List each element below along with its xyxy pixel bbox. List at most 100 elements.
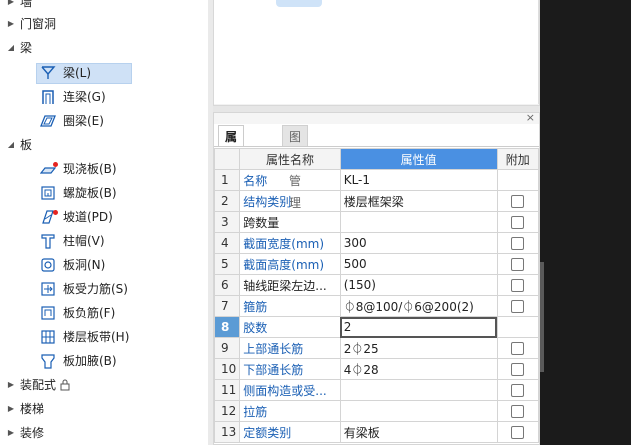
scrollbar-thumb[interactable] — [540, 262, 544, 372]
table-row[interactable]: 10 下部通长筋 4⏀28 — [213, 358, 540, 380]
extra-checkbox[interactable] — [511, 195, 525, 208]
tree-item-beam[interactable]: 梁(L) — [0, 62, 200, 84]
tree-item-ramp[interactable]: 坡道(PD) — [0, 206, 200, 228]
preview-canvas[interactable] — [214, 0, 539, 104]
table-row[interactable]: 5 截面高度(mm) 500 — [213, 253, 540, 275]
slab-neg-rebar-icon — [41, 306, 55, 320]
drawing-area[interactable] — [540, 0, 631, 445]
extra-checkbox[interactable] — [511, 426, 525, 439]
beam-preview-tag — [276, 0, 322, 7]
property-value-cell[interactable]: 500 — [339, 253, 498, 275]
tree-item-prefab[interactable]: ▶ 装配式 — [0, 374, 200, 396]
property-value-cell[interactable]: (150) — [339, 274, 498, 296]
tree-item-beam-group[interactable]: ◢ 梁 — [0, 37, 200, 59]
tree-item-cast-slab[interactable]: 现浇板(B) — [0, 158, 200, 180]
table-row[interactable]: 9 上部通长筋 2⏀25 — [213, 337, 540, 359]
tree-item-wall[interactable]: ▶ 墙 — [0, 0, 200, 13]
spiral-slab-icon — [41, 186, 55, 200]
row-number: 6 — [213, 274, 241, 296]
tab-layer-management[interactable]: 图层管理 — [282, 125, 309, 210]
lock-icon — [60, 379, 70, 391]
property-value-cell[interactable] — [339, 400, 498, 422]
property-value-cell[interactable]: ⏀8@100/⏀6@200(2) — [339, 295, 498, 317]
tree-item-slab-main-rebar[interactable]: 板受力筋(S) — [0, 278, 200, 300]
table-row[interactable]: 13 定额类别 有梁板 — [213, 421, 540, 443]
tree-item-label: 柱帽(V) — [63, 234, 105, 248]
extra-header[interactable]: 附加 — [496, 148, 540, 170]
table-row[interactable]: 11 侧面构造或受... — [213, 379, 540, 401]
chevron-down-icon[interactable]: ◢ — [6, 134, 16, 156]
property-table: 属性名称 属性值 附加 1 名称 KL-1 2 结构类别 楼层框架梁 3 跨数量 4 截面宽度(m… — [213, 148, 540, 443]
row-number-header — [213, 148, 241, 170]
extra-cell — [496, 400, 540, 422]
chevron-right-icon[interactable]: ▶ — [6, 398, 16, 420]
extra-cell — [496, 232, 540, 254]
chevron-right-icon[interactable]: ▶ — [6, 422, 16, 444]
column-cap-icon — [41, 234, 55, 249]
property-name-cell: 截面宽度(mm) — [239, 232, 341, 254]
extra-checkbox[interactable] — [511, 300, 525, 313]
close-icon[interactable]: × — [526, 111, 535, 124]
property-value-cell[interactable]: 楼层框架梁 — [339, 190, 498, 212]
properties-panel: × 属性列表 图层管理 属性名称 属性值 附加 1名称KL-12结构类别楼层框架… — [213, 111, 540, 445]
tree-item-slab-haunch[interactable]: 板加腋(B) — [0, 350, 200, 372]
table-row[interactable]: 8 胶数 2 — [213, 316, 540, 338]
tree-item-ring-beam[interactable]: 圈梁(E) — [0, 110, 200, 132]
extra-checkbox[interactable] — [511, 342, 525, 355]
floor-strip-icon — [41, 330, 55, 344]
tree-item-column-cap[interactable]: 柱帽(V) — [0, 230, 200, 252]
tree-item-stairs[interactable]: ▶ 楼梯 — [0, 398, 200, 420]
extra-checkbox[interactable] — [511, 279, 525, 292]
table-row[interactable]: 12 拉筋 — [213, 400, 540, 422]
chevron-down-icon[interactable]: ◢ — [6, 37, 16, 59]
property-name-cell: 轴线距梁左边... — [239, 274, 341, 296]
extra-checkbox[interactable] — [511, 363, 525, 376]
property-name-cell: 胶数 — [239, 316, 341, 338]
property-value-cell[interactable]: 4⏀28 — [339, 358, 498, 380]
component-preview — [213, 0, 540, 106]
row-number: 10 — [213, 358, 241, 380]
tree-item-door-window[interactable]: ▶ 门窗洞 — [0, 13, 200, 35]
tree-item-label: 板受力筋(S) — [63, 282, 128, 296]
property-value-editor[interactable]: 2 — [339, 316, 498, 338]
property-value-cell[interactable]: KL-1 — [339, 169, 498, 191]
slab-haunch-icon — [41, 354, 55, 369]
row-number: 2 — [213, 190, 241, 212]
property-value-cell[interactable]: 2⏀25 — [339, 337, 498, 359]
tree-item-slab-group[interactable]: ◢ 板 — [0, 134, 200, 156]
table-row[interactable]: 2 结构类别 楼层框架梁 — [213, 190, 540, 212]
property-value-cell[interactable]: 有梁板 — [339, 421, 498, 443]
table-row[interactable]: 6 轴线距梁左边... (150) — [213, 274, 540, 296]
link-beam-icon — [42, 90, 54, 104]
property-name-cell: 上部通长筋 — [239, 337, 341, 359]
tab-property-list[interactable]: 属性列表 — [218, 125, 245, 210]
tree-item-decoration[interactable]: ▶ 装修 — [0, 422, 200, 444]
tree-item-label: 板 — [20, 138, 33, 152]
tree-item-label: 墙 — [20, 0, 33, 9]
extra-cell — [496, 190, 540, 212]
tree-item-spiral-slab[interactable]: 螺旋板(B) — [0, 182, 200, 204]
tree-item-slab-hole[interactable]: 板洞(N) — [0, 254, 200, 276]
chevron-right-icon[interactable]: ▶ — [6, 374, 16, 396]
property-name-cell: 截面高度(mm) — [239, 253, 341, 275]
property-name-header[interactable]: 属性名称 — [239, 148, 341, 170]
chevron-right-icon[interactable]: ▶ — [6, 13, 16, 35]
chevron-right-icon[interactable]: ▶ — [6, 0, 16, 13]
property-value-cell[interactable] — [339, 211, 498, 233]
tree-item-slab-neg-rebar[interactable]: 板负筋(F) — [0, 302, 200, 324]
table-row[interactable]: 7 箍筋 ⏀8@100/⏀6@200(2) — [213, 295, 540, 317]
extra-checkbox[interactable] — [511, 216, 525, 229]
table-row[interactable]: 3 跨数量 — [213, 211, 540, 233]
property-value-header[interactable]: 属性值 — [339, 148, 498, 170]
property-value-cell[interactable]: 300 — [339, 232, 498, 254]
panel-title-bar: × — [214, 111, 539, 124]
property-value-cell[interactable] — [339, 379, 498, 401]
extra-checkbox[interactable] — [511, 405, 525, 418]
table-row[interactable]: 4 截面宽度(mm) 300 — [213, 232, 540, 254]
extra-checkbox[interactable] — [511, 258, 525, 271]
tree-item-floor-strip[interactable]: 楼层板带(H) — [0, 326, 200, 348]
extra-checkbox[interactable] — [511, 384, 525, 397]
tree-item-link-beam[interactable]: 连梁(G) — [0, 86, 200, 108]
extra-checkbox[interactable] — [511, 237, 525, 250]
table-row[interactable]: 1 名称 KL-1 — [213, 169, 540, 191]
